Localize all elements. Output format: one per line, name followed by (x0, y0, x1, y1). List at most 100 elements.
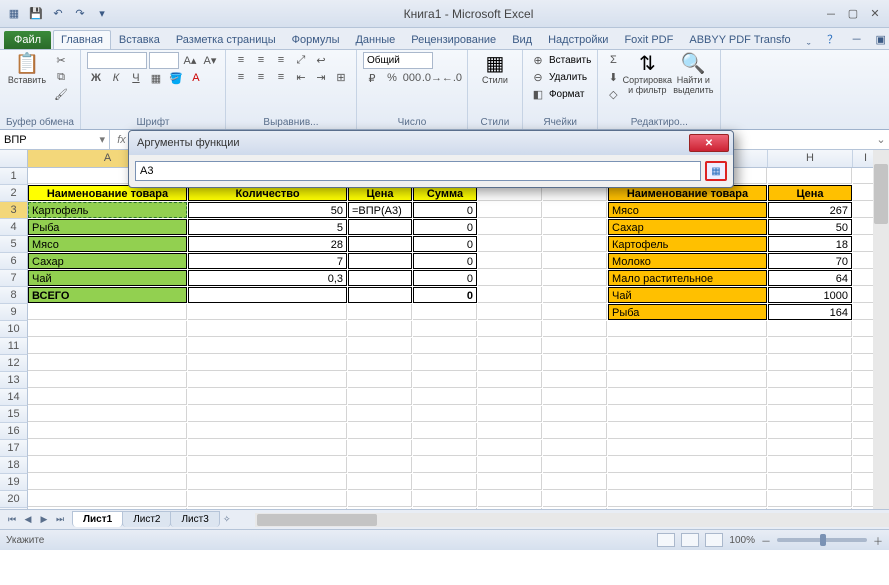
cell[interactable] (478, 440, 542, 456)
cell[interactable] (28, 321, 187, 337)
right-name[interactable]: Мало растительное (608, 270, 767, 286)
row-header-3[interactable]: 3 (0, 202, 28, 219)
right-price[interactable]: 18 (768, 236, 852, 252)
help-icon[interactable]: ？ (823, 29, 843, 49)
left-qty[interactable]: 28 (188, 236, 347, 252)
right-price[interactable]: 164 (768, 304, 852, 320)
cell[interactable] (543, 253, 607, 269)
row-header-18[interactable]: 18 (0, 457, 28, 474)
cell[interactable] (413, 423, 477, 439)
row-header-20[interactable]: 20 (0, 491, 28, 508)
page-layout-view-icon[interactable] (681, 533, 699, 547)
paste-button[interactable]: 📋 Вставить (6, 52, 48, 88)
cell[interactable] (478, 423, 542, 439)
font-size-combo[interactable] (149, 52, 179, 69)
tab-разметка страницы[interactable]: Разметка страницы (168, 30, 284, 49)
zoom-thumb[interactable] (820, 534, 826, 546)
inc-decimal-icon[interactable]: .0→ (423, 70, 441, 86)
row-header-7[interactable]: 7 (0, 270, 28, 287)
cell[interactable] (348, 508, 412, 510)
left-sum[interactable]: 0 (413, 270, 477, 286)
horizontal-scrollbar[interactable] (255, 513, 889, 527)
cell[interactable] (413, 372, 477, 388)
right-price[interactable]: 267 (768, 202, 852, 218)
cell[interactable] (543, 389, 607, 405)
worksheet-grid[interactable]: ABCDEFGHI 123456789101112131415161718192… (0, 150, 889, 510)
cell[interactable] (478, 406, 542, 422)
cell[interactable] (348, 338, 412, 354)
cell[interactable] (543, 423, 607, 439)
cell[interactable] (608, 423, 767, 439)
cell[interactable] (28, 491, 187, 507)
close-icon[interactable]: ✕ (865, 4, 885, 24)
right-name[interactable]: Мясо (608, 202, 767, 218)
right-price[interactable]: 70 (768, 253, 852, 269)
dec-decimal-icon[interactable]: ←.0 (443, 70, 461, 86)
cell[interactable] (543, 440, 607, 456)
minimize-icon[interactable]: － (821, 4, 841, 24)
left-total-qty[interactable] (188, 287, 347, 303)
left-name[interactable]: Мясо (28, 236, 187, 252)
cell[interactable] (28, 457, 187, 473)
cell[interactable] (28, 389, 187, 405)
cell[interactable] (188, 389, 347, 405)
cell[interactable] (348, 474, 412, 490)
copy-icon[interactable]: ⧉ (52, 69, 70, 85)
cell[interactable] (608, 321, 767, 337)
row-header-21[interactable]: 21 (0, 508, 28, 510)
format-painter-icon[interactable]: 🖌 (52, 86, 70, 102)
left-qty[interactable]: 50 (188, 202, 347, 218)
cell[interactable] (413, 457, 477, 473)
left-total-price[interactable] (348, 287, 412, 303)
cell[interactable] (413, 406, 477, 422)
cell[interactable] (768, 508, 852, 510)
align-bottom-icon[interactable]: ≡ (272, 52, 290, 68)
font-name-combo[interactable] (87, 52, 147, 69)
next-sheet-icon[interactable]: ▶ (36, 512, 52, 528)
row-header-4[interactable]: 4 (0, 219, 28, 236)
left-name[interactable]: Рыба (28, 219, 187, 235)
cell[interactable] (768, 491, 852, 507)
qat-customize-icon[interactable]: ▾ (92, 4, 112, 24)
expand-formula-icon[interactable]: ⌄ (873, 130, 889, 149)
normal-view-icon[interactable] (657, 533, 675, 547)
row-header-2[interactable]: 2 (0, 185, 28, 202)
grow-font-icon[interactable]: A▴ (181, 53, 199, 69)
cell[interactable] (543, 491, 607, 507)
cut-icon[interactable]: ✂ (52, 52, 70, 68)
name-box[interactable]: ВПР ▾ (0, 130, 110, 149)
shrink-font-icon[interactable]: A▾ (201, 53, 219, 69)
right-name[interactable]: Рыба (608, 304, 767, 320)
right-name[interactable]: Молоко (608, 253, 767, 269)
cell[interactable] (608, 457, 767, 473)
wrap-text-icon[interactable]: ↩ (312, 52, 330, 68)
cell[interactable] (768, 457, 852, 473)
col-header-H[interactable]: H (768, 150, 853, 167)
number-format-combo[interactable]: Общий (363, 52, 433, 69)
zoom-in-icon[interactable]: ＋ (873, 533, 883, 548)
zoom-out-icon[interactable]: － (761, 533, 771, 548)
cell[interactable] (413, 321, 477, 337)
increase-indent-icon[interactable]: ⇥ (312, 69, 330, 85)
cell[interactable] (543, 321, 607, 337)
cell[interactable] (768, 168, 852, 184)
row-header-5[interactable]: 5 (0, 236, 28, 253)
sheet-tab-Лист2[interactable]: Лист2 (122, 511, 171, 527)
tab-формулы[interactable]: Формулы (284, 30, 348, 49)
right-name[interactable]: Картофель (608, 236, 767, 252)
redo-icon[interactable]: ↷ (70, 4, 90, 24)
row-header-9[interactable]: 9 (0, 304, 28, 321)
cell[interactable] (348, 355, 412, 371)
cell[interactable] (478, 389, 542, 405)
cell[interactable] (413, 440, 477, 456)
mdi-restore-icon[interactable]: ▣ (871, 29, 889, 49)
cell[interactable] (188, 372, 347, 388)
cell[interactable] (768, 406, 852, 422)
cell[interactable] (478, 491, 542, 507)
find-select-button[interactable]: 🔍 Найти и выделить (672, 52, 714, 98)
row-header-12[interactable]: 12 (0, 355, 28, 372)
last-sheet-icon[interactable]: ⏭ (52, 512, 68, 528)
cell[interactable] (768, 423, 852, 439)
right-price[interactable]: 64 (768, 270, 852, 286)
row-header-16[interactable]: 16 (0, 423, 28, 440)
